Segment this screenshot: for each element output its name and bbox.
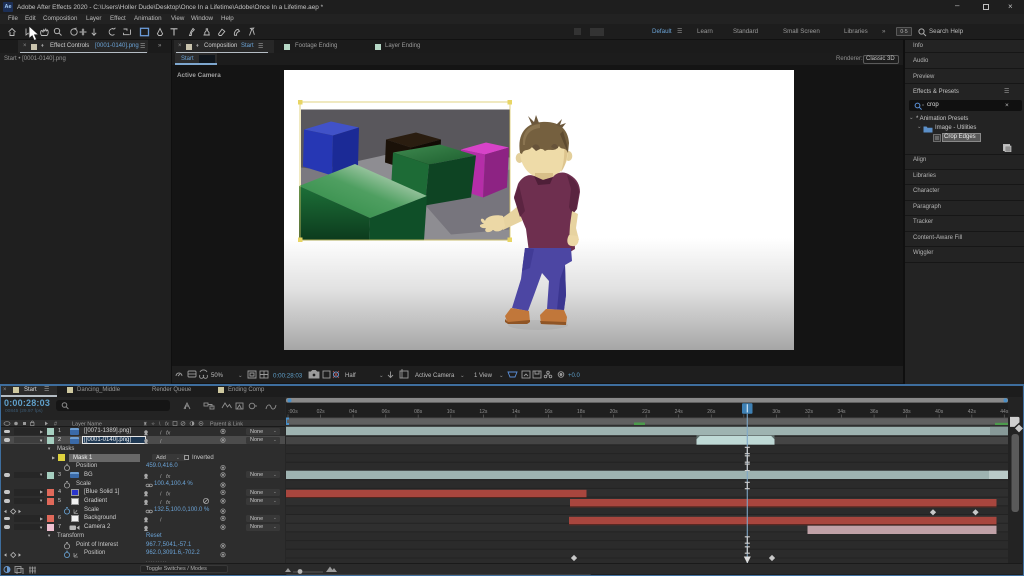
svg-text:18s: 18s <box>577 409 586 415</box>
svg-text:⌄: ⌄ <box>238 373 243 379</box>
svg-text:⌄: ⌄ <box>499 373 504 379</box>
svg-text:⌄: ⌄ <box>379 373 384 379</box>
svg-text:Active Camera: Active Camera <box>415 373 455 379</box>
svg-text:10s: 10s <box>447 409 456 415</box>
svg-text:44s: 44s <box>1000 409 1009 415</box>
svg-text:fx: fx <box>166 474 171 480</box>
svg-text:20s: 20s <box>610 409 619 415</box>
svg-text:50%: 50% <box>211 373 224 379</box>
svg-text:26s: 26s <box>707 409 716 415</box>
svg-text::00s: :00s <box>288 409 298 415</box>
svg-text:22s: 22s <box>642 409 651 415</box>
svg-text:38s: 38s <box>903 409 912 415</box>
svg-text:02s: 02s <box>317 409 326 415</box>
svg-text:30s: 30s <box>772 409 781 415</box>
svg-text:14s: 14s <box>512 409 521 415</box>
svg-text:⌄: ⌄ <box>460 373 465 379</box>
svg-text:1 View: 1 View <box>474 373 493 379</box>
svg-text:40s: 40s <box>935 409 944 415</box>
svg-text:24s: 24s <box>675 409 684 415</box>
svg-text:36s: 36s <box>870 409 879 415</box>
svg-text:16s: 16s <box>544 409 553 415</box>
svg-text:0:00:28:03: 0:00:28:03 <box>273 373 303 380</box>
svg-text:/: / <box>160 439 162 445</box>
svg-text:/: / <box>160 491 162 497</box>
svg-text:04s: 04s <box>349 409 358 415</box>
svg-text:fx: fx <box>166 491 171 497</box>
svg-text:fx: fx <box>166 500 171 506</box>
svg-text:/: / <box>160 500 162 506</box>
svg-text:06s: 06s <box>382 409 391 415</box>
svg-text:Half: Half <box>345 373 356 379</box>
svg-text:+0.0: +0.0 <box>568 373 581 379</box>
svg-text:/: / <box>160 474 162 480</box>
svg-text:34s: 34s <box>837 409 846 415</box>
svg-text:/: / <box>160 518 162 524</box>
svg-text:12s: 12s <box>479 409 488 415</box>
svg-text:fx: fx <box>166 431 171 437</box>
svg-text:42s: 42s <box>968 409 977 415</box>
svg-text:32s: 32s <box>805 409 814 415</box>
svg-text:08s: 08s <box>414 409 423 415</box>
svg-text:/: / <box>160 431 162 437</box>
